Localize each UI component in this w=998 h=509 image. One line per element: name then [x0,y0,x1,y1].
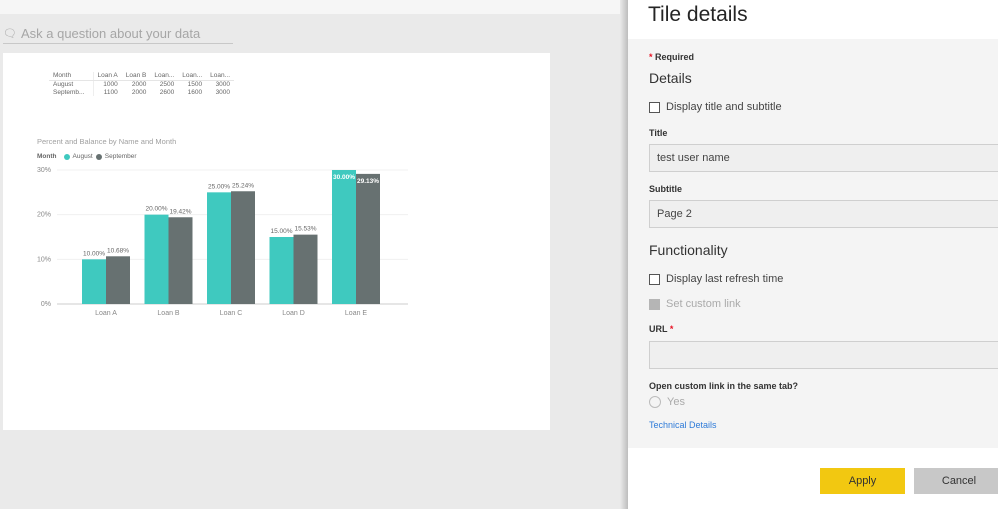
subtitle-label: Subtitle [649,184,682,194]
data-label: 29.13% [357,178,379,185]
bar [207,192,231,304]
x-tick-label: Loan A [95,310,117,317]
display-title-checkbox[interactable]: Display title and subtitle [649,101,782,113]
qa-placeholder: Ask a question about your data [20,26,201,41]
panel-body: * Required Details Display title and sub… [628,39,998,448]
checkbox-icon[interactable] [649,298,660,310]
dashboard-canvas: Month Loan A Loan B Loan... Loan... Loan... A… [3,53,550,430]
title-label: Title [649,128,668,138]
x-tick-label: Loan E [345,310,368,317]
data-label: 20.00% [145,206,167,213]
bar-chart: 0% 10% 20% 30% 10.00% 10.68% Loan A 20.00% 19.42… [37,167,408,317]
data-label: 15.53% [294,226,316,233]
bar [269,237,294,304]
x-tick-label: Loan D [282,310,305,317]
data-label: 30.00% [333,174,355,181]
yes-label: Yes [667,396,685,408]
custom-link-label: Set custom link [666,298,741,310]
data-label: 25.00% [208,183,230,190]
subtitle-input[interactable]: Page 2 [649,200,998,228]
bar [144,214,169,304]
data-label: 10.00% [83,250,105,257]
y-tick-label: 10% [37,256,51,263]
data-label: 15.00% [270,228,292,235]
bar [332,170,356,304]
url-input[interactable] [649,341,998,369]
bar [356,173,380,304]
data-label: 10.68% [107,247,129,254]
bar [82,259,106,304]
refresh-label: Display last refresh time [666,273,784,285]
yes-radio[interactable]: Yes [649,396,685,408]
y-tick-label: 0% [41,301,51,308]
refresh-checkbox[interactable]: Display last refresh time [649,273,783,285]
checkbox-icon[interactable] [649,101,660,113]
cancel-button[interactable]: Cancel [914,468,998,494]
checkbox-icon[interactable] [649,273,660,285]
data-label: 25.24% [232,182,254,189]
x-tick-label: Loan B [157,310,180,317]
display-title-label: Display title and subtitle [666,101,782,113]
radio-icon[interactable] [649,396,661,408]
apply-button[interactable]: Apply [820,468,905,494]
top-band [0,0,628,14]
same-tab-label: Open custom link in the same tab? [649,381,799,391]
y-tick-label: 20% [37,212,51,219]
panel-shadow [620,0,628,509]
data-label: 19.42% [169,208,191,215]
bar [168,217,193,304]
y-tick-label: 30% [37,167,51,174]
qa-input[interactable]: 🗨 Ask a question about your data [3,24,233,44]
functionality-heading: Functionality [649,242,728,258]
panel-title: Tile details [648,3,748,26]
technical-details-link[interactable]: Technical Details [649,420,717,430]
title-input[interactable]: test user name [649,144,998,172]
bar [293,234,318,304]
bar [106,256,130,304]
custom-link-checkbox[interactable]: Set custom link [649,298,741,310]
tile-details-panel: Tile details * Required Details Display … [628,0,998,509]
speech-bubble-icon: 🗨 [3,28,17,40]
url-label: URL * [649,324,674,334]
bar [231,191,255,304]
required-note: * Required [649,52,695,62]
details-heading: Details [649,70,692,86]
x-tick-label: Loan C [220,310,243,317]
